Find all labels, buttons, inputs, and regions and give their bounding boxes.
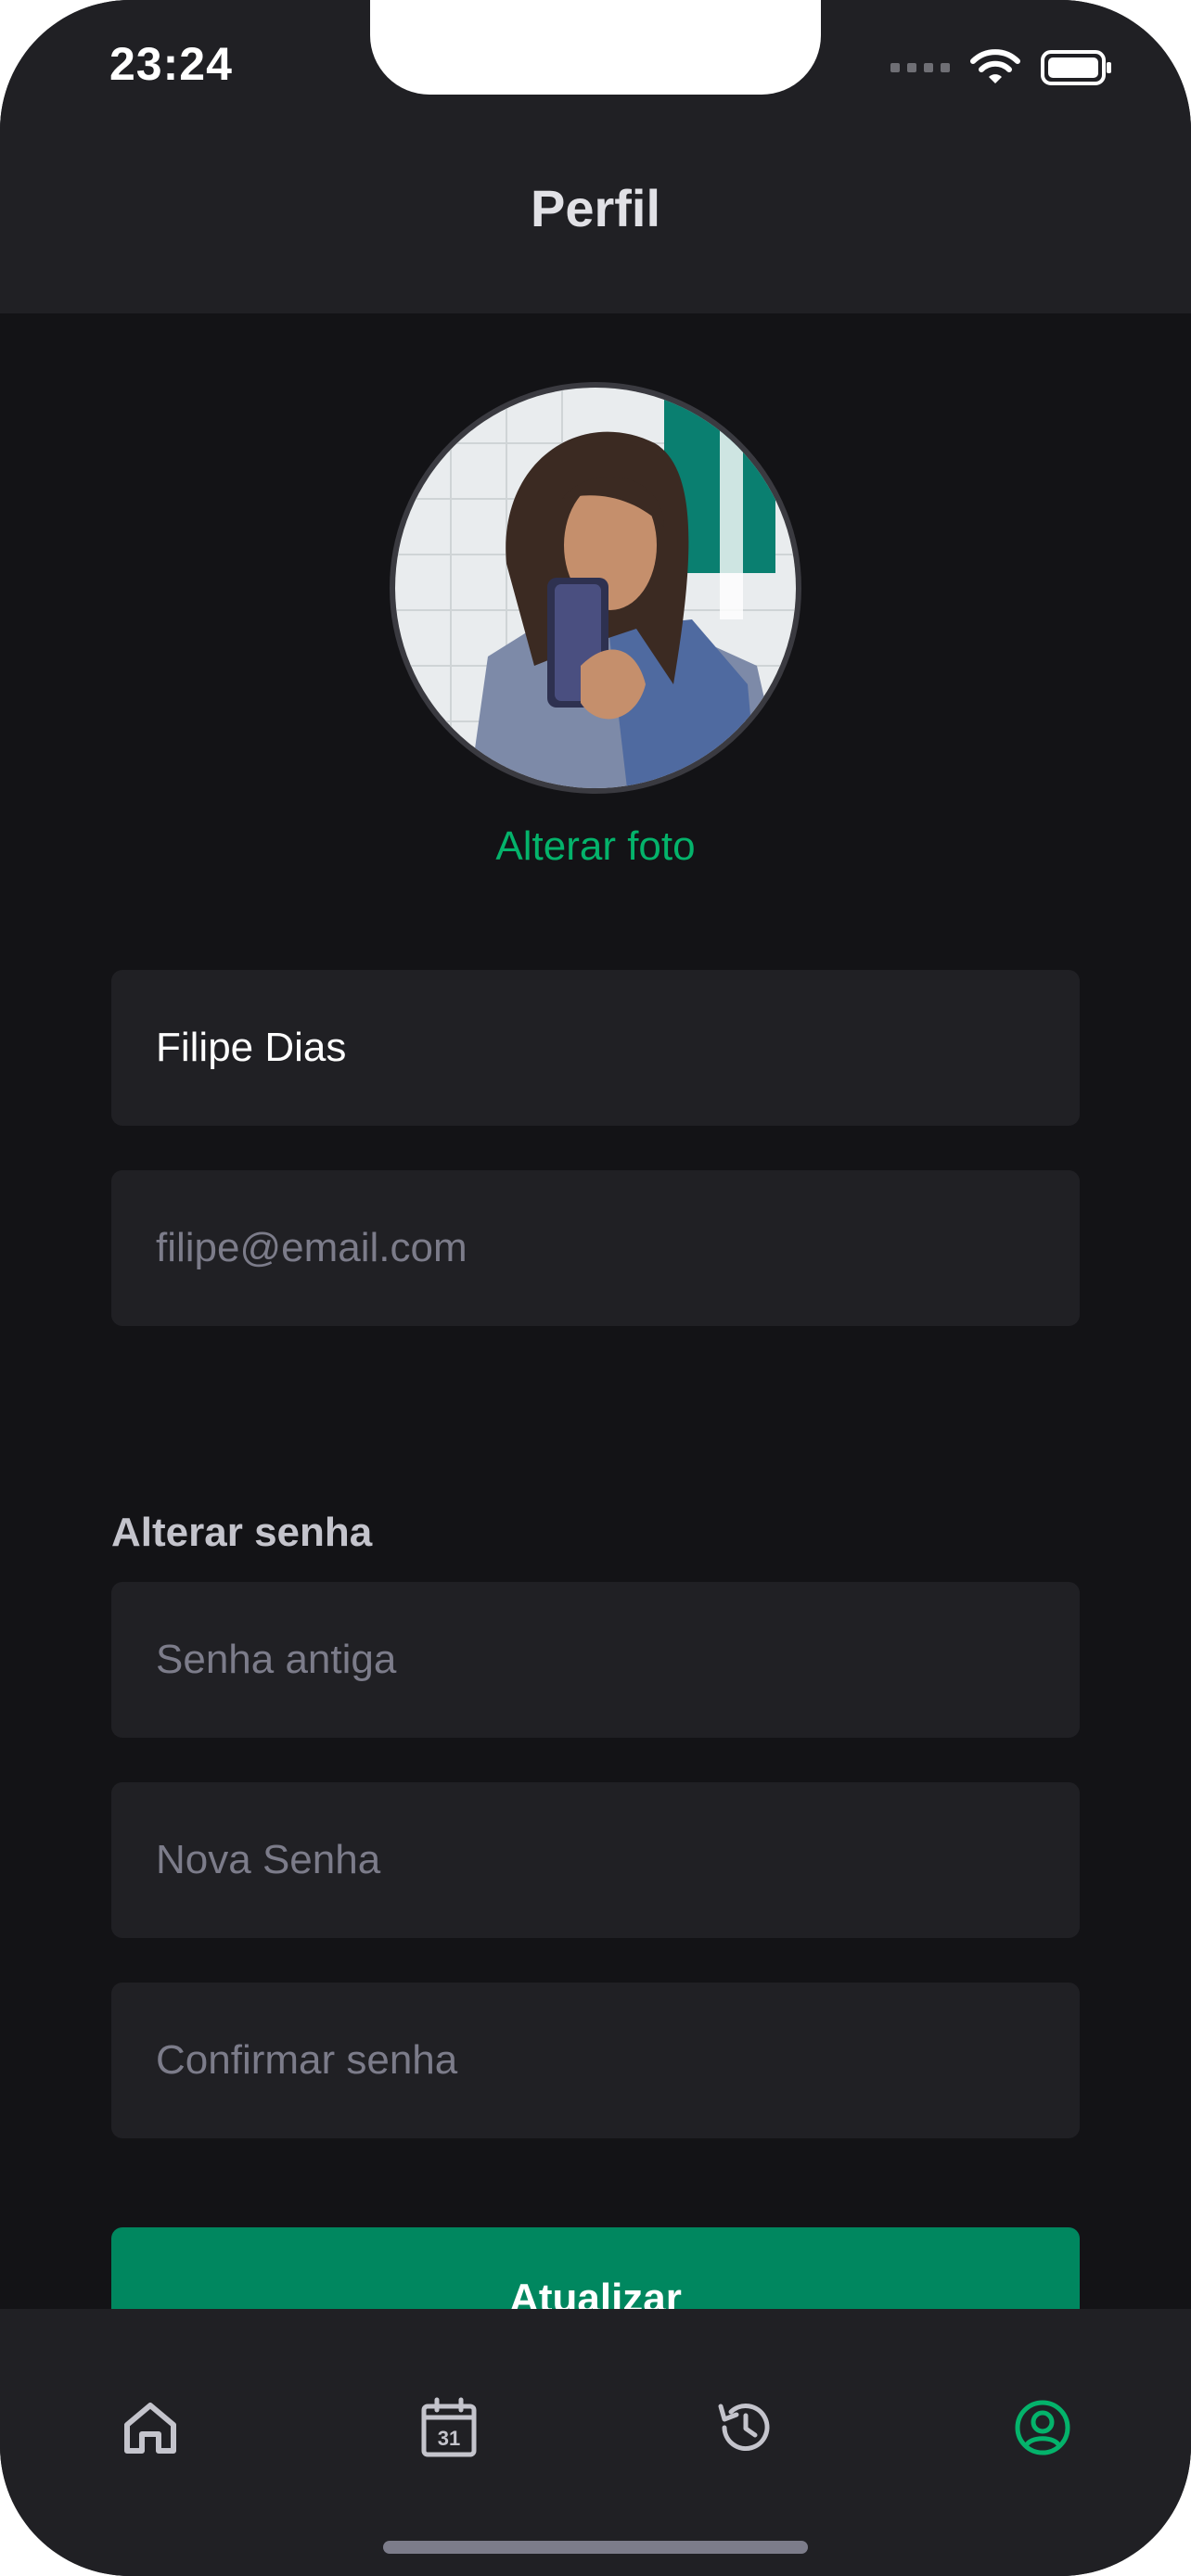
calendar-day-label: 31 bbox=[438, 2427, 460, 2450]
profile-icon bbox=[1015, 2400, 1070, 2455]
avatar[interactable] bbox=[390, 382, 801, 794]
page-title: Perfil bbox=[530, 179, 661, 237]
tab-bar: 31 bbox=[0, 2309, 1191, 2576]
phone-screen: 23:24 Perfil Alterar foto Filipe Dias fi… bbox=[0, 0, 1191, 2576]
home-icon bbox=[124, 2403, 176, 2454]
calendar-icon: 31 bbox=[421, 2397, 477, 2457]
tab-history[interactable] bbox=[709, 2391, 783, 2465]
tab-profile[interactable] bbox=[1005, 2391, 1080, 2465]
tab-home[interactable] bbox=[113, 2391, 187, 2465]
confirm-password-field[interactable]: Confirmar senha bbox=[111, 1983, 1080, 2138]
home-indicator bbox=[383, 2541, 808, 2554]
old-password-field[interactable]: Senha antiga bbox=[111, 1582, 1080, 1738]
wifi-icon bbox=[970, 49, 1020, 83]
status-time: 23:24 bbox=[109, 38, 233, 90]
name-input[interactable]: Filipe Dias bbox=[111, 970, 1080, 1126]
battery-icon bbox=[1041, 50, 1111, 85]
history-icon bbox=[718, 2404, 770, 2452]
status-indicators bbox=[890, 45, 1113, 91]
email-field[interactable]: filipe@email.com bbox=[111, 1170, 1080, 1326]
new-password-field[interactable]: Nova Senha bbox=[111, 1782, 1080, 1938]
password-section-title: Alterar senha bbox=[111, 1510, 373, 1555]
tab-calendar[interactable]: 31 bbox=[412, 2391, 486, 2465]
device-notch bbox=[370, 0, 821, 95]
change-photo-link[interactable]: Alterar foto bbox=[0, 823, 1191, 870]
cellular-signal-icon bbox=[890, 63, 950, 72]
